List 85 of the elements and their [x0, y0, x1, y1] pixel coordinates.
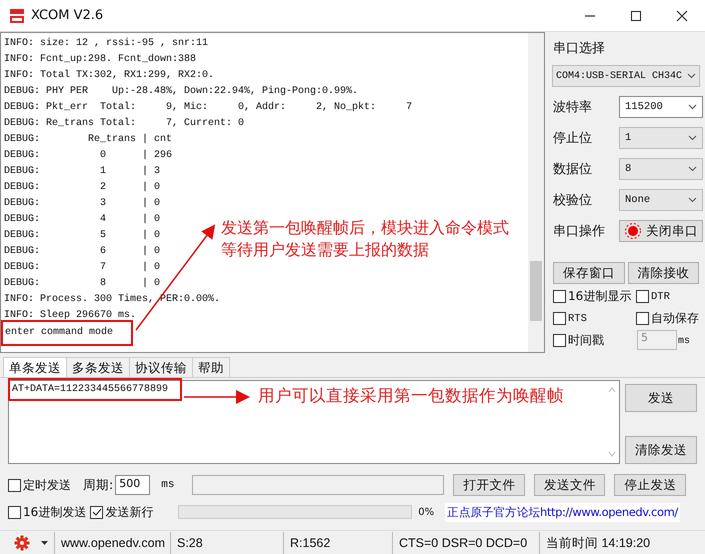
- option-checkbox[interactable]: RTS: [553, 310, 587, 327]
- setting-dropdown[interactable]: 1: [619, 127, 703, 149]
- file-button[interactable]: 发送文件: [534, 474, 606, 496]
- annotation-arrow: [184, 390, 250, 404]
- log-line: DEBUG: 1 | 3: [4, 164, 160, 179]
- gear-icon[interactable]: [14, 535, 30, 551]
- log-line: DEBUG: 4 | 0: [4, 212, 160, 227]
- setting-label: 波特率: [553, 99, 592, 116]
- caret-icon: [688, 104, 697, 110]
- checkbox[interactable]: [553, 312, 566, 325]
- sent-count: S:28: [170, 532, 277, 554]
- timed-send-checkbox[interactable]: 定时发送: [8, 476, 71, 494]
- caret-icon: [688, 166, 697, 172]
- log-line: enter command mode: [5, 326, 114, 340]
- send-button[interactable]: 清除发送: [625, 436, 697, 464]
- close-icon[interactable]: [676, 10, 688, 22]
- scrollbar[interactable]: [528, 33, 544, 352]
- checkbox[interactable]: [636, 312, 649, 325]
- file-button[interactable]: 停止发送: [614, 474, 686, 496]
- tab[interactable]: 多条发送: [66, 357, 130, 377]
- log-line: DEBUG: Pkt_err Total: 9, Mic: 0, Addr: 2, No_pkt: 7: [4, 100, 412, 115]
- tab[interactable]: 单条发送: [3, 357, 67, 377]
- panel-button[interactable]: 保存窗口: [553, 262, 624, 284]
- option-checkbox[interactable]: DTR: [636, 288, 670, 305]
- log-line: INFO: Sleep 296670 ms.: [4, 308, 136, 323]
- period-field[interactable]: 500: [115, 475, 150, 495]
- setting-label: 串口操作: [553, 223, 605, 240]
- panel-button[interactable]: 清除接收: [628, 262, 699, 284]
- annotation-text: 发送第一包唤醒帧后，模块进入命令模式 等待用户发送需要上报的数据: [221, 217, 509, 261]
- app-logo-icon: [9, 8, 25, 24]
- panel-label: 串口选择: [553, 40, 606, 57]
- checkbox[interactable]: [8, 478, 21, 492]
- checkbox[interactable]: [8, 506, 21, 518]
- setting-dropdown[interactable]: 115200: [619, 96, 703, 118]
- setting-label: 数据位: [553, 161, 592, 178]
- tab[interactable]: 协议传输: [129, 357, 193, 377]
- log-line: DEBUG: 5 | 0: [4, 228, 160, 243]
- status-url: www.openedv.com: [54, 532, 164, 554]
- caret-icon: [688, 197, 697, 203]
- checkbox[interactable]: [636, 290, 649, 303]
- log-line: DEBUG: 6 | 0: [4, 244, 160, 259]
- unit-label: ms: [161, 479, 174, 491]
- checkbox[interactable]: [553, 334, 566, 347]
- log-line: DEBUG: 7 | 0: [4, 260, 160, 275]
- period-label: 周期:: [83, 476, 114, 494]
- setting-dropdown[interactable]: 8: [619, 158, 703, 180]
- current-time: 当前时间 14:19:20: [539, 532, 650, 554]
- hex-send-checkbox[interactable]: 16进制发送: [8, 504, 86, 520]
- forum-link[interactable]: 正点原子官方论坛http://www.openedv.com/: [445, 502, 680, 522]
- log-line: INFO: Process. 300 Times, PER:0.00%.: [4, 292, 220, 307]
- log-line: DEBUG: Re_trans Total: 7, Current: 0: [4, 116, 244, 131]
- log-line: DEBUG: PHY PER Up:-28.48%, Down:22.94%, Ping-Pong:0.99%.: [4, 84, 358, 99]
- caret-icon: [687, 73, 696, 79]
- log-line: DEBUG: 3 | 0: [4, 196, 160, 211]
- line-status: CTS=0 DSR=0 DCD=0: [392, 532, 533, 554]
- caret-icon: [688, 135, 697, 141]
- log-line: DEBUG: 0 | 296: [4, 148, 172, 163]
- received-count: R:1562: [283, 532, 386, 554]
- file-button[interactable]: 打开文件: [453, 474, 526, 496]
- setting-dropdown[interactable]: None: [619, 189, 703, 211]
- setting-label: 停止位: [553, 130, 592, 147]
- progress-reading: 0%: [418, 506, 434, 518]
- send-button[interactable]: 发送: [625, 384, 697, 412]
- setting-label: 校验位: [553, 192, 592, 209]
- log-line: INFO: Total TX:302, RX1:299, RX2:0.: [4, 68, 214, 83]
- log-line: DEBUG: 8 | 0: [4, 276, 160, 291]
- close-port-button[interactable]: 关闭串口: [619, 220, 703, 242]
- option-checkbox[interactable]: 自动保存: [636, 310, 699, 327]
- newline-checkbox[interactable]: 发送新行: [90, 504, 154, 520]
- annotation-text: 用户可以直接采用第一包数据作为唤醒帧: [258, 385, 564, 407]
- option-checkbox[interactable]: 时间戳: [553, 332, 604, 349]
- option-checkbox[interactable]: 16进制显示: [553, 288, 632, 305]
- tab[interactable]: 帮助: [192, 357, 230, 377]
- window-title: XCOM V2.6: [31, 8, 104, 23]
- port-dropdown[interactable]: COM4:USB-SERIAL CH34C: [552, 65, 700, 87]
- checkbox[interactable]: [553, 290, 566, 303]
- log-line: DEBUG: 2 | 0: [4, 180, 160, 195]
- maximize-icon[interactable]: [630, 10, 642, 22]
- caret-icon[interactable]: [41, 541, 48, 545]
- log-line: INFO: Fcnt_up:298. Fcnt_down:388: [4, 52, 196, 67]
- checkbox[interactable]: [90, 506, 104, 518]
- log-line: DEBUG: Re_trans | cnt: [4, 132, 172, 147]
- unit-label: ms: [678, 336, 690, 347]
- file-path-field[interactable]: [192, 475, 444, 495]
- log-line: INFO: size: 12 , rssi:-95 , snr:11: [4, 36, 208, 51]
